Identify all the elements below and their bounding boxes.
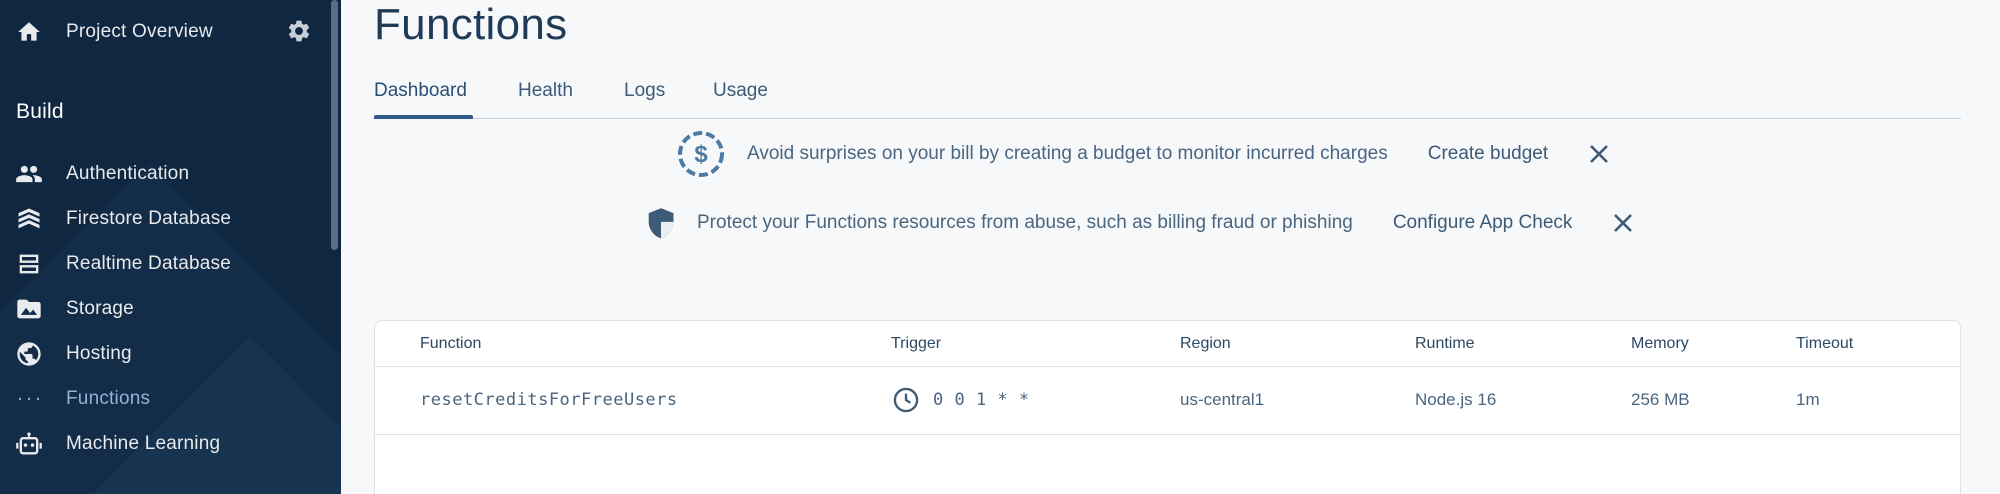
timeout-cell: 1m [1796, 390, 1820, 409]
globe-icon [14, 339, 44, 369]
svg-text:(···): (···) [14, 390, 44, 408]
shield-icon [643, 205, 679, 241]
sidebar-scrollbar[interactable] [331, 0, 338, 250]
sidebar-item-label: Authentication [66, 163, 190, 184]
column-header-trigger[interactable]: Trigger [891, 335, 941, 353]
sidebar-item-label: Functions [66, 388, 151, 409]
section-build-heading: Build [16, 100, 64, 123]
column-header-timeout[interactable]: Timeout [1796, 335, 1853, 353]
functions-table: Function Trigger Region Runtime Memory T… [374, 320, 1961, 494]
configure-app-check-button[interactable]: Configure App Check [1393, 212, 1573, 234]
runtime-cell: Node.js 16 [1415, 390, 1497, 409]
sidebar-item-machine-learning[interactable]: Machine Learning [0, 422, 331, 466]
close-icon[interactable] [1584, 139, 1614, 169]
settings-gear-icon[interactable] [284, 16, 314, 46]
budget-banner: $ Avoid surprises on your bill by creati… [675, 128, 1614, 180]
clock-icon [891, 385, 921, 415]
sidebar-item-label: Firestore Database [66, 208, 232, 229]
column-header-function[interactable]: Function [420, 335, 481, 353]
column-header-memory[interactable]: Memory [1631, 335, 1689, 353]
sidebar-item-hosting[interactable]: Hosting [0, 332, 331, 376]
sidebar-item-firestore[interactable]: Firestore Database [0, 197, 331, 241]
sidebar-item-label: Realtime Database [66, 253, 231, 274]
robot-icon [14, 429, 44, 459]
trigger-schedule: 0 0 1 * * [933, 390, 1030, 410]
people-icon [14, 159, 44, 189]
sidebar-item-label: Hosting [66, 343, 132, 364]
active-tab-indicator [374, 115, 473, 119]
sidebar-item-functions[interactable]: (···) Functions [0, 377, 331, 421]
sidebar-item-label: Machine Learning [66, 433, 221, 454]
sidebar-item-storage[interactable]: Storage [0, 287, 331, 331]
main-content: Functions Dashboard Health Logs Usage $ … [341, 0, 2000, 494]
database-icon [14, 249, 44, 279]
functions-icon: (···) [14, 384, 44, 414]
trigger-cell: 0 0 1 * * [891, 385, 1030, 415]
sidebar-item-realtime-database[interactable]: Realtime Database [0, 242, 331, 286]
project-overview-row[interactable]: Project Overview [0, 0, 331, 64]
image-icon [14, 294, 44, 324]
home-icon [14, 17, 44, 47]
column-header-runtime[interactable]: Runtime [1415, 335, 1475, 353]
create-budget-button[interactable]: Create budget [1428, 143, 1548, 165]
tab-bar: Dashboard Health Logs Usage [374, 70, 1961, 119]
tab-health[interactable]: Health [518, 80, 573, 102]
project-overview-link[interactable]: Project Overview [0, 10, 331, 54]
app-check-banner-message: Protect your Functions resources from ab… [697, 212, 1353, 233]
column-header-region[interactable]: Region [1180, 335, 1231, 353]
tab-usage[interactable]: Usage [713, 80, 768, 102]
tab-logs[interactable]: Logs [624, 80, 665, 102]
project-overview-label: Project Overview [66, 21, 213, 42]
function-name-cell[interactable]: resetCreditsForFreeUsers [420, 390, 678, 410]
table-header: Function Trigger Region Runtime Memory T… [375, 321, 1960, 367]
budget-banner-message: Avoid surprises on your bill by creating… [747, 143, 1388, 164]
page-title: Functions [374, 0, 568, 49]
table-row[interactable]: resetCreditsForFreeUsers 0 0 1 * * us-ce… [375, 367, 1960, 435]
close-icon[interactable] [1608, 208, 1638, 238]
dollar-budget-icon: $ [675, 128, 727, 180]
region-cell: us-central1 [1180, 390, 1265, 409]
sidebar-item-authentication[interactable]: Authentication [0, 152, 331, 196]
sidebar-item-label: Storage [66, 298, 134, 319]
tab-dashboard[interactable]: Dashboard [374, 80, 467, 102]
memory-cell: 256 MB [1631, 390, 1690, 409]
firestore-icon [14, 204, 44, 234]
app-check-banner: Protect your Functions resources from ab… [643, 205, 1638, 241]
sidebar: Project Overview Build Authentication Fi… [0, 0, 341, 494]
svg-text:$: $ [694, 141, 708, 168]
